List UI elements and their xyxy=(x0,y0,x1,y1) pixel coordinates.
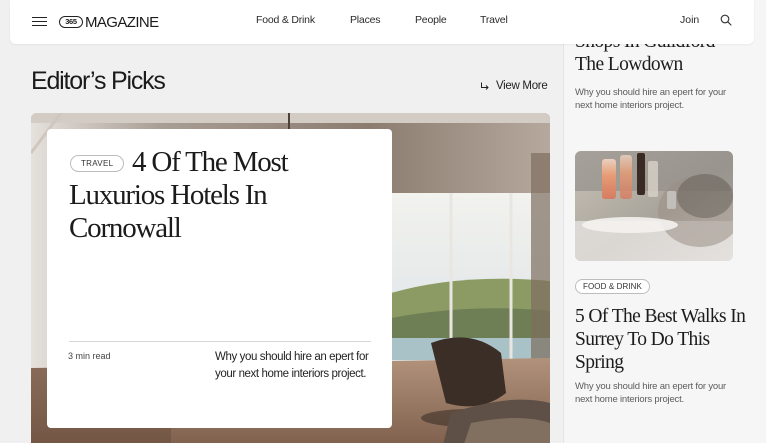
prev-article-description: Why you should hire an epert for your ne… xyxy=(575,87,727,111)
article-thumbnail[interactable] xyxy=(575,151,733,261)
top-header: 365 MAGAZINE Food & Drink Places People … xyxy=(10,0,754,44)
arrow-return-icon xyxy=(481,82,489,90)
join-link[interactable]: Join xyxy=(680,14,699,26)
article-category-tag[interactable]: FOOD & DRINK xyxy=(575,279,650,294)
search-icon[interactable] xyxy=(720,14,732,26)
article-title[interactable]: 5 Of The Best Walks In Surrey To Do This… xyxy=(575,305,750,374)
logo-badge: 365 xyxy=(59,16,83,28)
logo-wordmark: MAGAZINE xyxy=(85,13,159,31)
featured-article[interactable]: 4 Of The Most Luxurios Hotels In Cornowa… xyxy=(31,113,550,443)
hamburger-menu-icon[interactable] xyxy=(32,17,47,27)
card-divider xyxy=(69,341,371,342)
nav-item-people[interactable]: People xyxy=(415,14,447,26)
view-more-link[interactable]: View More xyxy=(480,80,548,92)
read-time: 3 min read xyxy=(68,351,111,361)
article-category-tag[interactable]: TRAVEL xyxy=(70,155,125,172)
site-logo[interactable]: 365 MAGAZINE xyxy=(59,13,159,31)
nav-item-food-drink[interactable]: Food & Drink xyxy=(256,14,315,26)
sidebar-column: Shops In Guildford – The Lowdown Why you… xyxy=(563,0,766,443)
article-description: Why you should hire an epert for your ne… xyxy=(575,381,727,405)
featured-article-description: Why you should hire an epert for your ne… xyxy=(215,351,369,380)
nav-item-places[interactable]: Places xyxy=(350,14,381,26)
section-title: Editor’s Picks xyxy=(31,67,166,95)
nav-item-travel[interactable]: Travel xyxy=(480,14,508,26)
featured-article-card[interactable]: 4 Of The Most Luxurios Hotels In Cornowa… xyxy=(47,129,392,428)
view-more-label: View More xyxy=(496,80,548,92)
